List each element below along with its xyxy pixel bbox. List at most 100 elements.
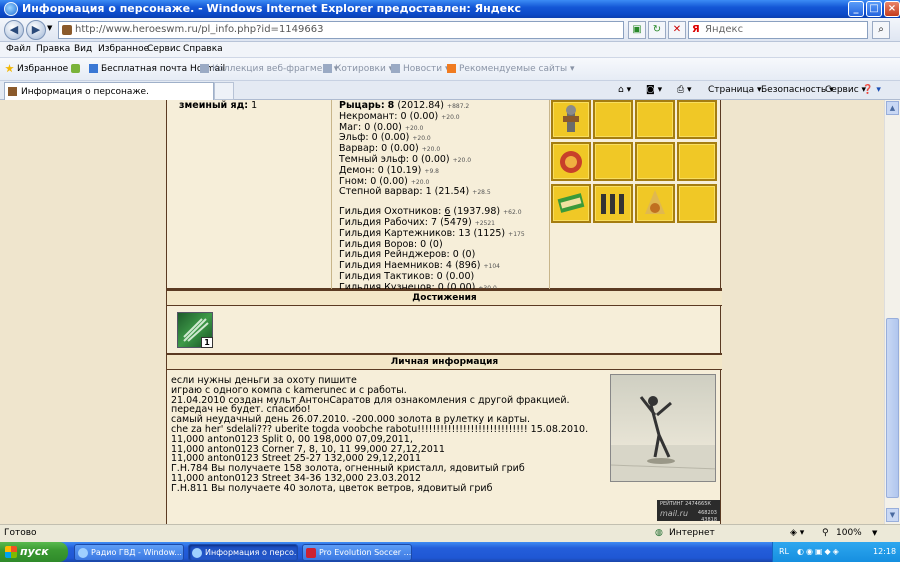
faction-name: Некромант: — [339, 110, 398, 122]
rating-n2: 43818 — [701, 517, 717, 523]
tab-character-info[interactable]: Информация о персонаже. — [4, 82, 214, 100]
guild-level: 0 — [420, 238, 427, 250]
address-input[interactable]: http://www.heroeswm.ru/pl_info.php?id=11… — [58, 21, 624, 39]
taskbar-pes-label: Pro Evolution Soccer ... — [319, 548, 412, 557]
left-stat-value: 1 — [251, 100, 258, 111]
inventory-slot[interactable] — [593, 142, 633, 181]
search-button[interactable]: ⌕ — [872, 21, 890, 39]
achievement-badge[interactable]: 1 — [177, 312, 213, 348]
close-button[interactable]: × — [884, 1, 900, 17]
faction-points: (0.00) — [373, 121, 402, 133]
menu-help[interactable]: Справка — [183, 42, 223, 57]
faction-name: Маг: — [339, 121, 362, 133]
vertical-scrollbar[interactable]: ▲ ▼ — [884, 100, 900, 524]
site-favicon-icon — [8, 87, 17, 96]
compatibility-icon[interactable]: ▣ — [628, 21, 646, 39]
slot-knight-unit[interactable] — [551, 100, 591, 139]
faction-guild-list: Рыцарь: 8 (2012.84) +887.2 Некромант: 0 (… — [331, 100, 550, 303]
guild-level: 13 — [458, 227, 471, 239]
new-tab-button[interactable] — [214, 82, 234, 100]
fav-quotes-label: Котировки — [335, 64, 386, 74]
ie-icon — [4, 2, 18, 16]
slot-amulet[interactable] — [551, 142, 591, 181]
tab-title: Информация о персонаже. — [21, 87, 149, 97]
fav-webslices[interactable]: Коллекция веб-фрагме... ▾ — [200, 58, 338, 80]
taskbar-pes[interactable]: Pro Evolution Soccer ... — [302, 544, 412, 561]
inventory-grid — [551, 100, 721, 226]
zoom-dropdown-icon[interactable]: ▼ — [872, 525, 877, 542]
tray-icons[interactable]: ◐◉▣◆◈ — [797, 542, 841, 562]
menu-file[interactable]: Файл — [6, 42, 31, 57]
menu-tools[interactable]: Сервис — [147, 42, 181, 57]
stop-icon[interactable]: ✕ — [668, 21, 686, 39]
zoom-level[interactable]: 100% — [836, 525, 862, 542]
taskbar-radio[interactable]: Радио ГВД - Window... — [74, 544, 184, 561]
faction-points: (2012.84) — [397, 100, 445, 111]
guild-points: (1937.98) — [453, 206, 501, 218]
forward-button[interactable]: ▶ — [26, 20, 46, 40]
scroll-thumb[interactable] — [886, 318, 899, 498]
cmd-safety[interactable]: Безопасность ▾ — [761, 81, 834, 99]
menu-favorites[interactable]: Избранное — [98, 42, 149, 57]
search-input[interactable]: Я Яндекс — [688, 21, 868, 39]
personal-info-line: Г.Н.811 Вы получаете 40 золота, цветок в… — [171, 482, 493, 494]
taskbar-ie[interactable]: Информация о персо... — [188, 544, 298, 561]
inventory-slot[interactable] — [677, 184, 717, 223]
suggested-sites-icon — [447, 64, 456, 73]
scroll-up-icon[interactable]: ▲ — [886, 101, 899, 115]
achievement-count: 1 — [201, 337, 213, 348]
fav-news[interactable]: Новости ▾ — [391, 58, 450, 80]
language-indicator[interactable]: RL — [779, 542, 789, 562]
inventory-slot[interactable] — [593, 100, 633, 139]
rating-counter[interactable]: РЕЙТИНГ 2474665К mail.ru 468203 43818 — [657, 500, 720, 523]
refresh-icon[interactable]: ↻ — [648, 21, 666, 39]
guild-level[interactable]: 6 — [444, 206, 450, 217]
start-button[interactable]: пуск — [0, 542, 68, 562]
fav-quotes[interactable]: Котировки ▾ — [323, 58, 393, 80]
fav-suggested[interactable]: Рекомендуемые сайты ▾ — [447, 58, 575, 80]
fav-news-label: Новости — [403, 64, 443, 74]
protected-mode-icon[interactable]: ◈ ▾ — [790, 525, 804, 542]
minimize-button[interactable]: _ — [848, 1, 864, 17]
print-icon[interactable]: ⎙ ▾ — [677, 81, 692, 99]
inventory-slot[interactable] — [635, 142, 675, 181]
mailru-logo: mail.ru — [660, 509, 689, 518]
photo-image — [611, 396, 715, 481]
slot-helmet[interactable] — [635, 184, 675, 223]
cmd-tools[interactable]: Сервис ▾ — [825, 81, 866, 99]
faction-name: Демон: — [339, 164, 375, 176]
guild-points: (0) — [429, 238, 443, 250]
windows-logo-icon — [5, 546, 17, 558]
history-dropdown-icon[interactable]: ▼ — [47, 24, 52, 32]
help-icon[interactable]: ❓ ▾ — [862, 81, 881, 99]
slot-scroll[interactable] — [551, 184, 591, 223]
page-icon — [200, 64, 209, 73]
page-icon — [391, 64, 400, 73]
guild-name: Гильдия Охотников: — [339, 206, 442, 218]
favorites-button[interactable]: Избранное — [5, 58, 68, 80]
menu-view[interactable]: Вид — [74, 42, 92, 57]
favorites-label: Избранное — [17, 64, 69, 74]
home-icon[interactable]: ⌂ ▾ — [618, 81, 631, 99]
maximize-button[interactable]: □ — [866, 1, 882, 17]
feeds-icon[interactable]: ◙ ▾ — [646, 81, 662, 99]
taskbar-radio-label: Радио ГВД - Window... — [91, 548, 182, 557]
tab-bar: Информация о персонаже. ⌂ ▾ ◙ ▾ ⎙ ▾ Стра… — [0, 81, 900, 100]
faction-delta: +28.5 — [472, 189, 491, 197]
guild-delta: +104 — [483, 263, 500, 271]
menu-edit[interactable]: Правка — [36, 42, 70, 57]
add-favorite-icon — [71, 64, 80, 73]
yandex-icon: Я — [692, 24, 700, 35]
inventory-slot[interactable] — [677, 142, 717, 181]
back-button[interactable]: ◀ — [4, 20, 24, 40]
slot-army[interactable] — [593, 184, 633, 223]
faction-points: (0.00) — [409, 110, 439, 122]
cmd-page[interactable]: Страница ▾ — [708, 81, 762, 99]
taskbar-ie-label: Информация о персо... — [205, 548, 298, 557]
scroll-down-icon[interactable]: ▼ — [886, 508, 899, 522]
scroll-icon — [557, 193, 585, 213]
personal-info-line: 21.04.2010 создан мульт АнтонСаратов для… — [171, 394, 570, 416]
inventory-slot[interactable] — [635, 100, 675, 139]
zoom-icon[interactable]: ⚲ — [822, 525, 829, 542]
inventory-slot[interactable] — [677, 100, 717, 139]
